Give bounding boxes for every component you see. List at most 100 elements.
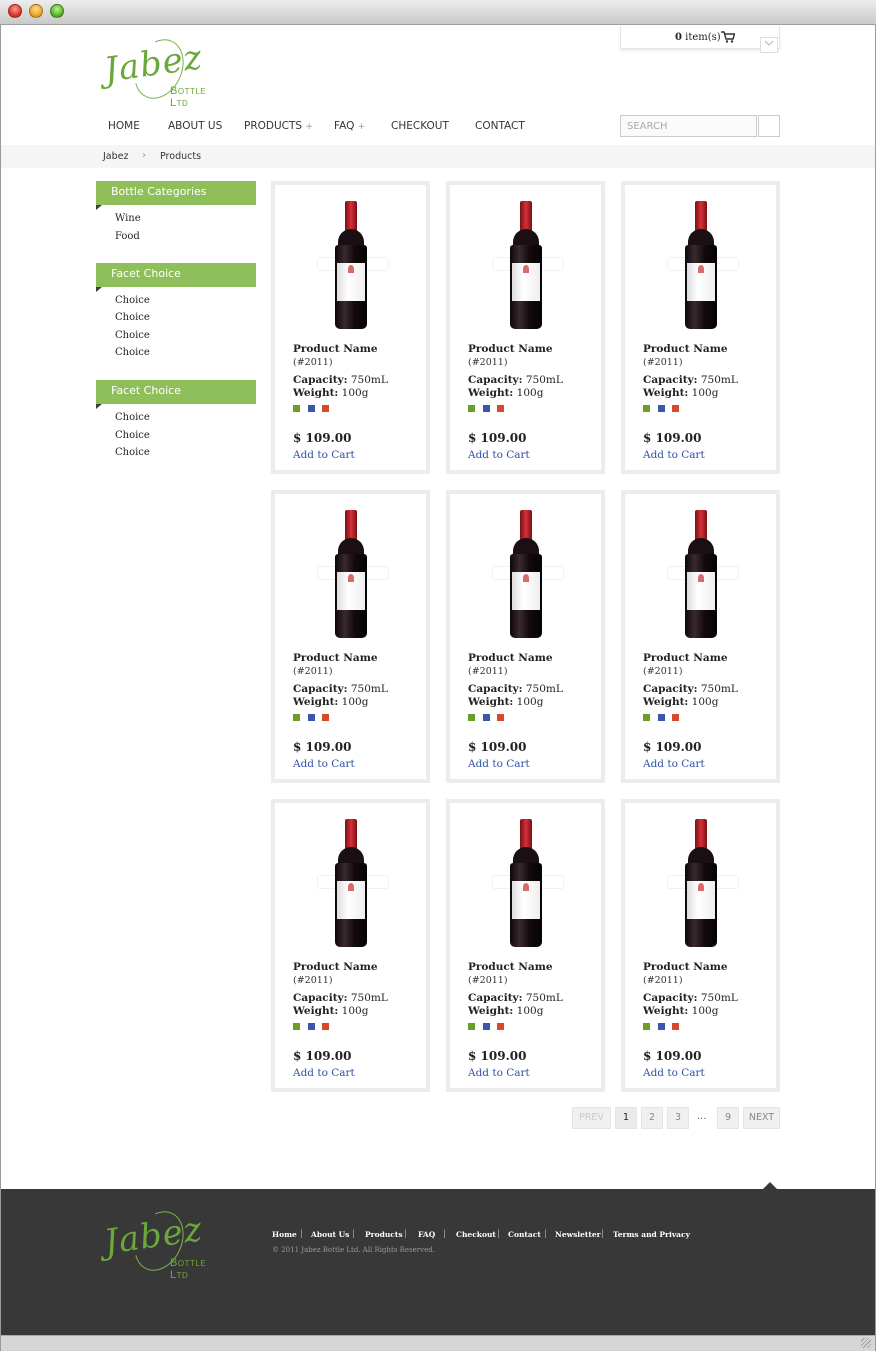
color-swatch-green[interactable] bbox=[468, 1023, 475, 1030]
color-swatch-green[interactable] bbox=[643, 714, 650, 721]
color-swatch-green[interactable] bbox=[468, 714, 475, 721]
nav-faq[interactable]: FAQ + bbox=[334, 120, 365, 132]
nav-about-us[interactable]: ABOUT US bbox=[168, 120, 222, 132]
nav-products[interactable]: PRODUCTS + bbox=[244, 120, 313, 132]
cart-dropdown-toggle[interactable] bbox=[760, 37, 778, 53]
color-swatch-blue[interactable] bbox=[308, 1023, 315, 1030]
color-swatch-red[interactable] bbox=[672, 714, 679, 721]
product-name[interactable]: Product Name bbox=[643, 343, 728, 355]
product-image[interactable] bbox=[684, 510, 718, 640]
cart-summary[interactable]: 0 item(s) bbox=[620, 26, 780, 49]
color-swatch-blue[interactable] bbox=[658, 405, 665, 412]
footer-link-products[interactable]: Products bbox=[365, 1230, 403, 1239]
product-card[interactable]: Product Name (#2011) Capacity: 750mL Weight… bbox=[621, 799, 780, 1092]
pagination-page-last[interactable]: 9 bbox=[717, 1107, 739, 1129]
product-name[interactable]: Product Name bbox=[468, 343, 553, 355]
product-name[interactable]: Product Name bbox=[293, 652, 378, 664]
sidebar-item-choice[interactable]: Choice bbox=[115, 312, 150, 323]
nav-contact[interactable]: CONTACT bbox=[475, 120, 525, 132]
color-swatch-blue[interactable] bbox=[658, 1023, 665, 1030]
search-button[interactable] bbox=[758, 115, 780, 137]
product-name[interactable]: Product Name bbox=[293, 343, 378, 355]
color-swatch-blue[interactable] bbox=[308, 714, 315, 721]
product-card[interactable]: Product Name (#2011) Capacity: 750mL Weight… bbox=[446, 181, 605, 474]
footer-link-faq[interactable]: FAQ bbox=[418, 1230, 435, 1239]
product-card[interactable]: Product Name (#2011) Capacity: 750mL Weight… bbox=[271, 799, 430, 1092]
footer-link-newsletter[interactable]: Newsletter bbox=[555, 1230, 601, 1239]
color-swatch-blue[interactable] bbox=[658, 714, 665, 721]
sidebar-item-choice[interactable]: Choice bbox=[115, 412, 150, 423]
footer-logo[interactable]: Jabez BOTTLE LTD bbox=[102, 1203, 224, 1281]
product-card[interactable]: Product Name (#2011) Capacity: 750mL Weight… bbox=[271, 181, 430, 474]
color-swatch-green[interactable] bbox=[293, 714, 300, 721]
color-swatch-green[interactable] bbox=[293, 405, 300, 412]
product-image[interactable] bbox=[509, 819, 543, 949]
footer-link-terms[interactable]: Terms and Privacy bbox=[613, 1230, 690, 1239]
color-swatch-blue[interactable] bbox=[308, 405, 315, 412]
sidebar-item-choice[interactable]: Choice bbox=[115, 447, 150, 458]
color-swatch-green[interactable] bbox=[293, 1023, 300, 1030]
color-swatch-green[interactable] bbox=[643, 1023, 650, 1030]
add-to-cart-link[interactable]: Add to Cart bbox=[468, 1067, 530, 1079]
product-image[interactable] bbox=[684, 201, 718, 331]
add-to-cart-link[interactable]: Add to Cart bbox=[468, 758, 530, 770]
add-to-cart-link[interactable]: Add to Cart bbox=[293, 449, 355, 461]
nav-checkout[interactable]: CHECKOUT bbox=[391, 120, 449, 132]
product-card[interactable]: Product Name (#2011) Capacity: 750mL Weight… bbox=[621, 181, 780, 474]
product-name[interactable]: Product Name bbox=[468, 961, 553, 973]
product-name[interactable]: Product Name bbox=[293, 961, 378, 973]
add-to-cart-link[interactable]: Add to Cart bbox=[643, 1067, 705, 1079]
product-card[interactable]: Product Name (#2011) Capacity: 750mL Weight… bbox=[446, 490, 605, 783]
nav-home[interactable]: HOME bbox=[108, 120, 140, 132]
add-to-cart-link[interactable]: Add to Cart bbox=[293, 1067, 355, 1079]
product-card[interactable]: Product Name (#2011) Capacity: 750mL Weight… bbox=[271, 490, 430, 783]
color-swatch-red[interactable] bbox=[672, 1023, 679, 1030]
add-to-cart-link[interactable]: Add to Cart bbox=[643, 449, 705, 461]
search-input[interactable]: SEARCH bbox=[620, 115, 757, 137]
sidebar-item-food[interactable]: Food bbox=[115, 231, 140, 242]
color-swatch-blue[interactable] bbox=[483, 1023, 490, 1030]
minimize-window-button[interactable] bbox=[29, 4, 43, 18]
product-image[interactable] bbox=[509, 201, 543, 331]
product-image[interactable] bbox=[334, 510, 368, 640]
sidebar-item-wine[interactable]: Wine bbox=[115, 213, 141, 224]
close-window-button[interactable] bbox=[8, 4, 22, 18]
color-swatch-green[interactable] bbox=[643, 405, 650, 412]
product-name[interactable]: Product Name bbox=[468, 652, 553, 664]
sidebar-item-choice[interactable]: Choice bbox=[115, 347, 150, 358]
footer-link-checkout[interactable]: Checkout bbox=[456, 1230, 496, 1239]
color-swatch-red[interactable] bbox=[497, 405, 504, 412]
product-image[interactable] bbox=[684, 819, 718, 949]
pagination-next[interactable]: NEXT bbox=[743, 1107, 780, 1129]
breadcrumb-home[interactable]: Jabez bbox=[103, 151, 129, 162]
color-swatch-green[interactable] bbox=[468, 405, 475, 412]
product-image[interactable] bbox=[509, 510, 543, 640]
pagination-prev[interactable]: PREV bbox=[572, 1107, 611, 1129]
product-name[interactable]: Product Name bbox=[643, 652, 728, 664]
sidebar-item-choice[interactable]: Choice bbox=[115, 330, 150, 341]
product-name[interactable]: Product Name bbox=[643, 961, 728, 973]
pagination-page-3[interactable]: 3 bbox=[667, 1107, 689, 1129]
color-swatch-red[interactable] bbox=[322, 405, 329, 412]
add-to-cart-link[interactable]: Add to Cart bbox=[293, 758, 355, 770]
sidebar-item-choice[interactable]: Choice bbox=[115, 430, 150, 441]
footer-link-home[interactable]: Home bbox=[272, 1230, 297, 1239]
add-to-cart-link[interactable]: Add to Cart bbox=[643, 758, 705, 770]
pagination-page-1[interactable]: 1 bbox=[615, 1107, 637, 1129]
sidebar-item-choice[interactable]: Choice bbox=[115, 295, 150, 306]
footer-link-contact[interactable]: Contact bbox=[508, 1230, 541, 1239]
color-swatch-red[interactable] bbox=[497, 1023, 504, 1030]
color-swatch-red[interactable] bbox=[322, 714, 329, 721]
site-logo[interactable]: Jabez BOTTLE LTD bbox=[102, 31, 224, 109]
footer-link-about-us[interactable]: About Us bbox=[311, 1230, 349, 1239]
color-swatch-blue[interactable] bbox=[483, 714, 490, 721]
color-swatch-blue[interactable] bbox=[483, 405, 490, 412]
product-card[interactable]: Product Name (#2011) Capacity: 750mL Weight… bbox=[621, 490, 780, 783]
product-card[interactable]: Product Name (#2011) Capacity: 750mL Weight… bbox=[446, 799, 605, 1092]
product-image[interactable] bbox=[334, 819, 368, 949]
add-to-cart-link[interactable]: Add to Cart bbox=[468, 449, 530, 461]
zoom-window-button[interactable] bbox=[50, 4, 64, 18]
color-swatch-red[interactable] bbox=[497, 714, 504, 721]
product-image[interactable] bbox=[334, 201, 368, 331]
resize-grip-icon[interactable] bbox=[861, 1338, 871, 1348]
